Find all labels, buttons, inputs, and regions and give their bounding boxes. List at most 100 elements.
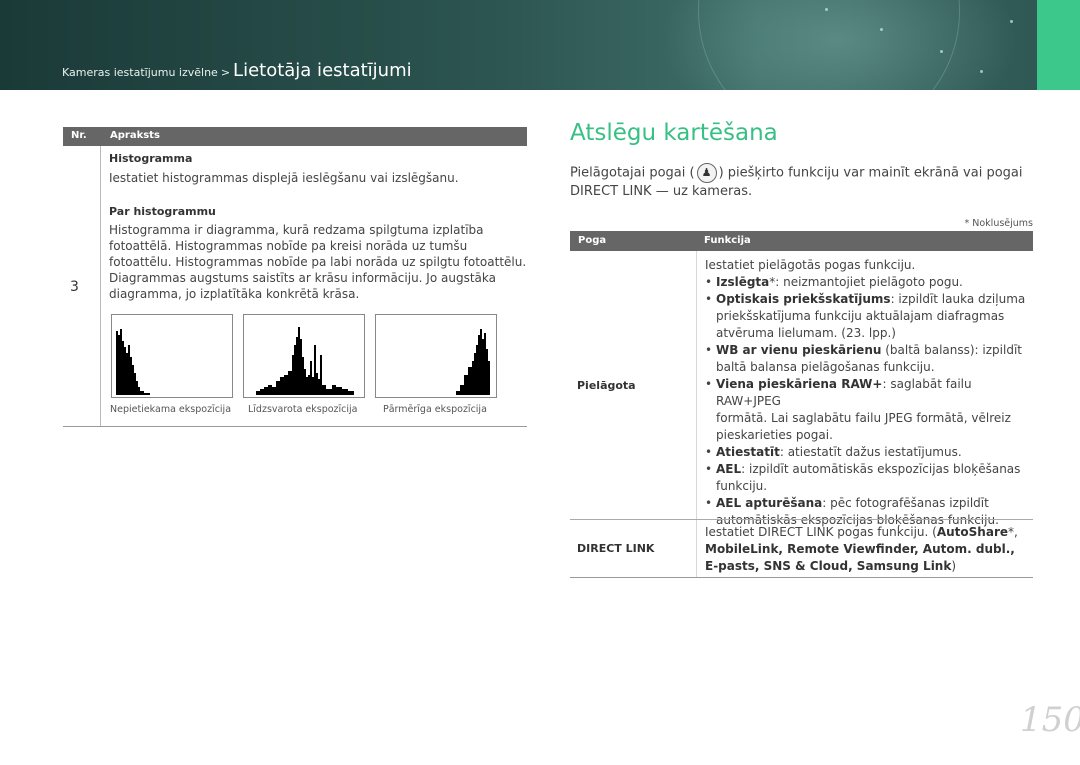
bullet-icon: • [705,496,713,510]
header-sparkle [940,50,943,53]
text-line: Atiestatīt: atiestatīt dažus iestatījumu… [716,444,1035,461]
text-line: Diagrammas augstums saistīts ar krāsu in… [109,271,496,285]
custom-button-icon: ♟ [696,163,717,183]
option-name: Viena pieskāriena RAW+ [716,377,883,391]
option-name: MobileLink, Remote Viewfinder, Autom. du… [705,542,1015,556]
column-function: Funkcija [704,235,751,246]
option-description: : atiestatīt dažus iestatījumus. [779,445,962,459]
histogram-text: Iestatiet histogrammas displejā ieslēgša… [109,171,459,185]
histogram-caption: Nepietiekama ekspozīcija [110,404,232,415]
header-sparkle [880,28,883,31]
custom-option-item: • AEL: izpildīt automātiskās ekspozīcijas… [705,461,1035,495]
text-line: Iestatiet DIRECT LINK pogas funkciju. (A… [705,524,1018,541]
custom-option-item: • Viena pieskāriena RAW+: saglabāt failu … [705,376,1035,444]
button-table-header: Poga Funkcija [570,231,1033,251]
text-line: pieskarieties pogai. [716,428,833,442]
table-divider [100,146,101,426]
custom-option-item: • Optiskais priekšskatījums: izpildīt lau… [705,291,1035,342]
text-line: diagramma, jo izplatītāka konkrētā krāsa… [109,287,360,301]
row-separator [570,519,1033,520]
text-line: Histogramma ir diagramma, kurā redzama s… [109,223,484,237]
text-line: AEL: izpildīt automātiskās ekspozīcijas … [716,461,1035,478]
text-line: AEL apturēšana: pēc fotografēšanas izpil… [716,495,1035,512]
option-name: WB ar vienu pieskārienu [716,343,882,357]
header-arc [698,0,960,90]
text-line: baltā balansa pielāgošanas funkciju. [716,360,935,374]
bullet-icon: • [705,462,713,476]
direct-link-description: Iestatiet DIRECT LINK pogas funkciju. (A… [705,524,1018,575]
text-line: fotoattēlu. Histogrammas nobīde pa labi … [109,255,527,269]
table-bottom-border [570,577,1033,578]
text-line: E-pasts, SNS & Cloud, Samsung Link) [705,558,1018,575]
histogram-heading: Histogramma [109,152,193,165]
option-name: Atiestatīt [716,445,780,459]
option-description: : izpildīt automātiskās ekspozīcijas blo… [741,462,1021,476]
option-name: AutoShare [936,525,1008,539]
column-description: Apraksts [110,130,160,141]
histogram-balanced [243,314,365,398]
bullet-icon: • [705,292,713,306]
text-part: *, [1008,525,1018,539]
left-table-header: Nr. Apraksts [63,127,527,146]
text-line: atvēruma lielumam. (23. lpp.) [716,326,896,340]
custom-intro: Iestatiet pielāgotās pogas funkciju. [705,258,916,272]
bullet-icon: • [705,343,713,357]
breadcrumb-parent[interactable]: Kameras iestatījumu izvēlne [62,66,218,79]
page-title: Lietotāja iestatījumi [233,60,412,81]
section-title: Atslēgu kartēšana [570,120,778,146]
header-sparkle [825,8,828,11]
text-line: MobileLink, Remote Viewfinder, Autom. du… [705,541,1018,558]
text-line: Optiskais priekšskatījums: izpildīt lauk… [716,291,1035,308]
text-line: formātā. Lai saglabātu failu JPEG formāt… [716,411,1011,425]
text-line: fotoattēlā. Histogrammas nobīde pa kreis… [109,239,468,253]
row-number: 3 [70,279,79,295]
breadcrumb-separator: > [220,66,231,79]
column-button: Poga [578,235,607,246]
table-divider [696,251,697,577]
table-bottom-border [63,426,527,427]
column-nr: Nr. [71,130,87,141]
bullet-icon: • [705,377,713,391]
custom-option-item: • Izslēgta*: neizmantojiet pielāgoto pogu… [705,274,1035,291]
bullet-icon: • [705,275,713,289]
custom-options-list: • Izslēgta*: neizmantojiet pielāgoto pogu… [705,274,1035,529]
option-name: AEL apturēšana [716,496,823,510]
histogram-caption: Līdzsvarota ekspozīcija [248,404,358,415]
bullet-icon: • [705,445,713,459]
direct-link-label: DIRECT LINK [577,542,655,555]
histogram-caption: Pārmērīga ekspozīcija [383,404,487,415]
section-tab[interactable] [1037,0,1080,90]
header-sparkle [980,70,983,73]
text-line: Viena pieskāriena RAW+: saglabāt failu R… [716,376,1035,410]
intro-part: ) piešķirto funkciju var mainīt ekrānā v… [718,165,1023,181]
intro-line: DIRECT LINK — uz kameras. [570,184,753,199]
about-histogram-text: Histogramma ir diagramma, kurā redzama s… [109,222,527,302]
about-histogram-heading: Par histogrammu [109,205,216,218]
text-part: ) [951,559,957,573]
option-name: Izslēgta [716,275,770,289]
custom-option-item: • WB ar vienu pieskārienu (baltā balanss)… [705,342,1035,376]
histogram-underexposed [111,314,233,398]
header-sparkle [1010,20,1013,23]
intro-part: Pielāgotajai pogai ( [570,165,695,181]
page-header: Kameras iestatījumu izvēlne > Lietotāja ie… [0,0,1080,90]
option-description: (baltā balanss): izpildīt [881,343,1022,357]
text-line: Izslēgta*: neizmantojiet pielāgoto pogu. [716,274,1035,291]
histogram-overexposed [375,314,497,398]
option-name: E-pasts, SNS & Cloud, Samsung Link [705,559,952,573]
option-description: : pēc fotografēšanas izpildīt [822,496,989,510]
custom-option-item: • Atiestatīt: atiestatīt dažus iestatījum… [705,444,1035,461]
text-line: funkciju. [716,479,768,493]
page-number: 150 [1020,700,1080,740]
default-footnote: * Noklusējums [964,218,1033,229]
option-description: : izpildīt lauka dziļuma [890,292,1026,306]
option-name: Optiskais priekšskatījums [716,292,891,306]
option-description: *: neizmantojiet pielāgoto pogu. [769,275,963,289]
custom-button-label: Pielāgota [577,379,636,392]
option-name: AEL [716,462,742,476]
intro-text: Pielāgotajai pogai (♟) piešķirto funkcij… [570,163,1023,183]
text-line: WB ar vienu pieskārienu (baltā balanss):… [716,342,1035,359]
breadcrumb: Kameras iestatījumu izvēlne > Lietotāja ie… [62,60,412,81]
text-part: Iestatiet DIRECT LINK pogas funkciju. ( [705,525,937,539]
text-line: priekšskatījuma funkciju aktuālajam diaf… [716,309,1005,323]
